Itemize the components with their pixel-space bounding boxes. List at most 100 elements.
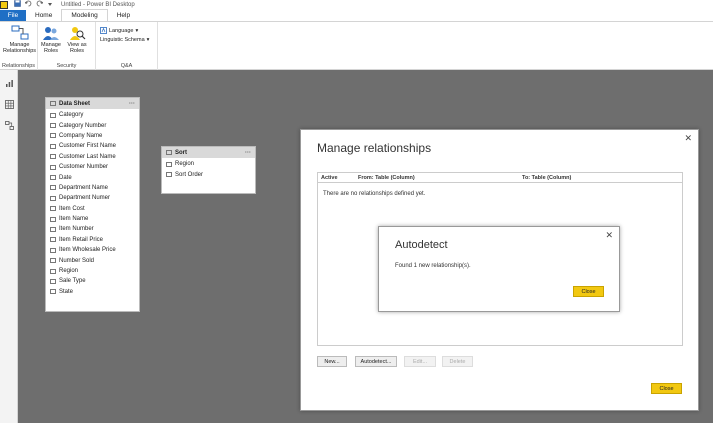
field-label: Region: [59, 268, 79, 275]
linguistic-schema-label: Linguistic Schema: [100, 37, 145, 43]
dialog-title: Manage relationships: [317, 141, 432, 155]
field-item[interactable]: Customer Number: [46, 162, 139, 172]
tab-modeling[interactable]: Modeling: [61, 9, 108, 21]
field-list: Category Category Number Company Name Custo…: [46, 109, 139, 297]
new-button[interactable]: New...: [317, 356, 347, 367]
relationships-group-label: Relationships: [1, 63, 36, 69]
field-item[interactable]: Item Wholesale Price: [46, 245, 139, 255]
field-label: Department Name: [59, 184, 109, 191]
field-item[interactable]: Department Numer: [46, 193, 139, 203]
close-icon[interactable]: ✕: [605, 230, 613, 241]
tab-home[interactable]: Home: [26, 10, 61, 21]
save-icon[interactable]: [14, 0, 21, 10]
table-card-header[interactable]: Data Sheet ···: [46, 98, 139, 109]
field-item[interactable]: Item Number: [46, 224, 139, 234]
field-item[interactable]: Sort Order: [162, 169, 255, 179]
field-icon: [166, 161, 172, 167]
field-label: Company Name: [59, 132, 103, 139]
field-item[interactable]: Date: [46, 172, 139, 182]
field-item[interactable]: State: [46, 287, 139, 297]
language-button[interactable]: Language ▾: [100, 27, 149, 34]
field-item[interactable]: Customer Last Name: [46, 152, 139, 162]
field-label: Customer Number: [59, 164, 109, 171]
table-card-header[interactable]: Sort ···: [162, 147, 255, 158]
manage-relationships-button[interactable]: Manage Relationships: [0, 24, 39, 54]
field-icon: [50, 268, 56, 274]
field-label: Date: [59, 174, 72, 181]
field-item[interactable]: Region: [46, 266, 139, 276]
manage-relationships-label: Manage Relationships: [3, 42, 37, 54]
field-icon: [50, 143, 56, 149]
security-group: Manage Roles View as Roles Security: [38, 22, 96, 70]
qa-group-label: Q&A: [120, 63, 133, 69]
linguistic-schema-button[interactable]: Linguistic Schema ▾: [100, 37, 149, 43]
field-item[interactable]: Number Sold: [46, 255, 139, 265]
field-item[interactable]: Item Name: [46, 214, 139, 224]
more-options-icon[interactable]: ···: [245, 150, 251, 156]
view-as-roles-button[interactable]: View as Roles: [64, 24, 90, 54]
field-item[interactable]: Company Name: [46, 131, 139, 141]
autodetect-message: Found 1 new relationship(s).: [395, 263, 471, 269]
powerbi-logo-icon: [0, 1, 8, 9]
column-active[interactable]: Active: [318, 175, 355, 181]
model-view-icon[interactable]: [4, 120, 14, 130]
column-to[interactable]: To: Table (Column): [519, 175, 679, 181]
report-view-icon[interactable]: [4, 78, 14, 88]
field-icon: [50, 133, 56, 139]
field-item[interactable]: Department Name: [46, 183, 139, 193]
chevron-down-icon: ▾: [146, 37, 150, 43]
field-item[interactable]: Region: [162, 159, 255, 169]
relationships-group: Manage Relationships Relationships: [0, 22, 38, 70]
autodetect-close-button[interactable]: Close: [573, 286, 604, 297]
field-item[interactable]: Item Cost: [46, 204, 139, 214]
data-view-icon[interactable]: [4, 99, 14, 109]
ribbon: Manage Relationships Relationships Manag…: [0, 22, 713, 70]
field-item[interactable]: Customer First Name: [46, 141, 139, 151]
manage-roles-icon: [41, 24, 61, 42]
view-as-roles-label: View as Roles: [67, 42, 87, 54]
undo-icon[interactable]: [24, 0, 32, 10]
field-label: Customer Last Name: [59, 153, 116, 160]
field-icon: [50, 195, 56, 201]
window-title: Untitled - Power BI Desktop: [61, 2, 135, 8]
tab-file[interactable]: File: [0, 10, 26, 21]
field-icon: [50, 175, 56, 181]
qa-group: Language ▾ Linguistic Schema ▾ Q&A: [96, 22, 158, 70]
field-icon: [50, 123, 56, 129]
field-icon: [50, 185, 56, 191]
field-list: Region Sort Order: [162, 158, 255, 180]
table-name: Data Sheet: [59, 100, 91, 107]
field-label: Item Wholesale Price: [59, 247, 116, 254]
table-card-data-sheet[interactable]: Data Sheet ··· Category Category Number Co…: [45, 97, 140, 312]
field-label: Category Number: [59, 122, 107, 129]
close-icon[interactable]: ✕: [684, 133, 692, 144]
chevron-down-icon: ▾: [135, 27, 139, 34]
more-options-icon[interactable]: ···: [129, 101, 135, 107]
language-icon: [100, 27, 107, 34]
delete-button[interactable]: Delete: [442, 356, 473, 367]
tab-help[interactable]: Help: [108, 10, 139, 21]
table-card-sort[interactable]: Sort ··· Region Sort Order: [161, 146, 256, 194]
field-item[interactable]: Sale Type: [46, 276, 139, 286]
manage-roles-button[interactable]: Manage Roles: [38, 24, 64, 54]
field-icon: [50, 164, 56, 170]
column-from[interactable]: From: Table (Column): [355, 175, 519, 181]
field-icon: [50, 247, 56, 253]
field-label: Item Name: [59, 216, 89, 223]
close-button[interactable]: Close: [651, 383, 682, 394]
field-item[interactable]: Category Number: [46, 120, 139, 130]
field-icon: [50, 206, 56, 212]
autodetect-button[interactable]: Autodetect...: [355, 356, 397, 367]
edit-button[interactable]: Edit...: [404, 356, 436, 367]
field-icon: [50, 112, 56, 118]
table-name: Sort: [175, 149, 187, 156]
customize-icon[interactable]: [47, 1, 53, 10]
redo-icon[interactable]: [36, 0, 44, 10]
field-label: Category: [59, 112, 84, 119]
quick-access-toolbar: [14, 0, 53, 10]
field-item[interactable]: Category: [46, 110, 139, 120]
field-item[interactable]: Item Retail Price: [46, 235, 139, 245]
field-icon: [50, 237, 56, 243]
field-label: Region: [175, 161, 195, 168]
field-label: Number Sold: [59, 257, 95, 264]
